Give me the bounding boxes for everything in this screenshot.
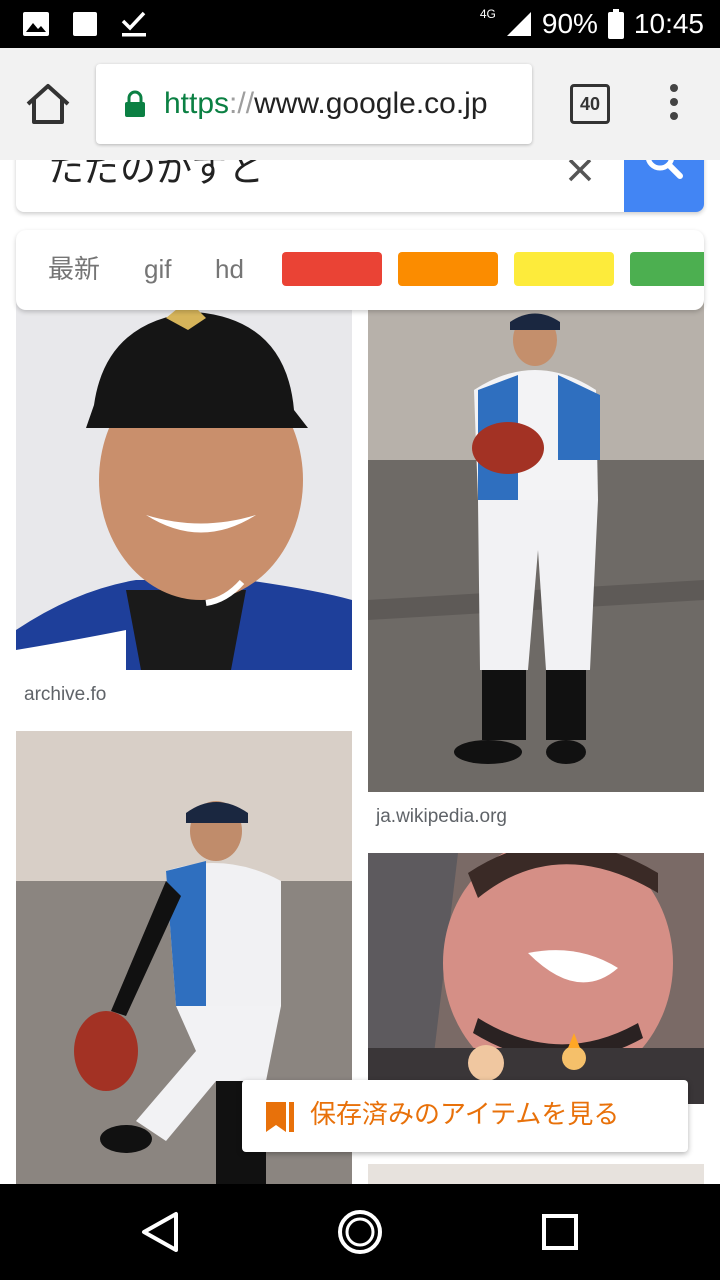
result-image-4[interactable] xyxy=(368,853,704,1104)
filter-bar: 最新 gif hd xyxy=(16,230,704,310)
square-notification-icon xyxy=(73,12,97,36)
recents-icon[interactable] xyxy=(536,1208,584,1256)
result-image-5[interactable] xyxy=(368,1164,704,1184)
player-headshot-image xyxy=(16,300,352,670)
color-filter-yellow[interactable] xyxy=(514,252,614,286)
result-source-2[interactable]: ja.wikipedia.org xyxy=(376,806,507,828)
result-source-1[interactable]: archive.fo xyxy=(24,684,106,706)
battery-percent: 90% xyxy=(541,8,598,39)
browser-toolbar: https://www.google.co.jp 40 xyxy=(0,48,720,160)
url-separator: :// xyxy=(229,87,255,120)
chip-latest[interactable]: 最新 xyxy=(48,252,100,286)
home-nav-icon[interactable] xyxy=(336,1208,384,1256)
closeup-face-image xyxy=(368,853,704,1104)
chip-gif[interactable]: gif xyxy=(144,252,171,286)
back-icon[interactable] xyxy=(136,1208,184,1256)
lock-icon xyxy=(125,90,145,117)
chip-hd[interactable]: hd xyxy=(215,252,244,286)
result-image-1[interactable] xyxy=(16,300,352,670)
color-filter-red[interactable] xyxy=(282,252,382,286)
tab-switcher-button[interactable]: 40 xyxy=(570,84,610,124)
url-text: https://www.google.co.jp xyxy=(164,84,488,124)
saved-items-label: 保存済みのアイテムを見る xyxy=(310,1100,620,1130)
home-icon[interactable] xyxy=(22,78,74,130)
check-download-icon xyxy=(121,11,146,37)
image-notification-icon xyxy=(23,12,49,36)
url-bar[interactable]: https://www.google.co.jp xyxy=(96,64,532,144)
pitcher-standing-image xyxy=(368,300,704,792)
clock: 10:45 xyxy=(633,8,704,39)
color-filter-orange[interactable] xyxy=(398,252,498,286)
system-nav-bar xyxy=(0,1184,720,1280)
color-filter-green[interactable] xyxy=(630,252,704,286)
bookmark-icon xyxy=(266,1102,294,1132)
battery-icon xyxy=(607,9,624,39)
url-scheme: https xyxy=(164,87,230,120)
signal-icon xyxy=(506,12,531,36)
network-type: 4G xyxy=(479,7,496,21)
status-bar: 4G 90% 10:45 xyxy=(0,0,720,48)
saved-items-button[interactable]: 保存済みのアイテムを見る xyxy=(242,1080,688,1152)
url-host: www.google.co.jp xyxy=(254,87,488,120)
overflow-menu-icon[interactable] xyxy=(664,84,684,124)
result-image-2[interactable] xyxy=(368,300,704,792)
